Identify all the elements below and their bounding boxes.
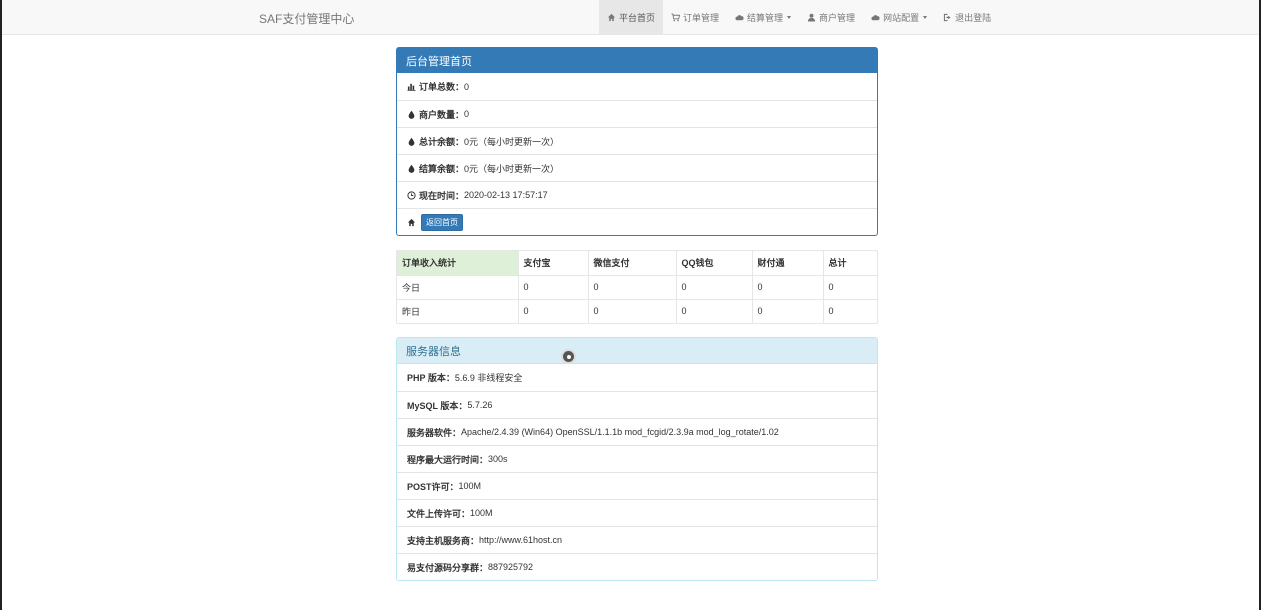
list-item: 支持主机服务商： http://www.61host.cn — [397, 526, 877, 553]
nav-item-label: 退出登陆 — [955, 12, 992, 23]
row-label: 程序最大运行时间： — [407, 454, 489, 465]
row-value: Apache/2.4.39 (Win64) OpenSSL/1.1.1b mod… — [461, 427, 779, 437]
table-cell: 昨日 — [397, 299, 519, 323]
clock-icon — [407, 190, 416, 200]
column-header: 支付宝 — [518, 251, 589, 276]
row-label: POST许可： — [407, 481, 459, 492]
nav-item-merchants[interactable]: 商户管理 — [799, 0, 863, 34]
nav-item-orders[interactable]: 订单管理 — [663, 0, 727, 34]
panel-title: 后台管理首页 — [397, 48, 877, 73]
row-value: 300s — [488, 454, 508, 464]
brand-title[interactable]: SAF支付管理中心 — [259, 10, 354, 27]
row-value: 100M — [458, 481, 482, 491]
row-value: 0 — [464, 81, 470, 92]
row-value: 100M — [470, 508, 493, 518]
tint-icon — [408, 137, 415, 146]
list-item: POST许可： 100M — [397, 472, 877, 499]
list-item: 文件上传许可： 100M — [397, 499, 877, 526]
row-value: 2020-02-13 17:57:17 — [464, 190, 548, 200]
table-cell: 0 — [518, 275, 589, 300]
column-header: 订单收入统计 — [397, 251, 519, 276]
list-item: MySQL 版本： 5.7.26 — [397, 391, 877, 418]
nav-item-label: 平台首页 — [619, 12, 656, 23]
table-cell: 0 — [823, 275, 877, 300]
admin-info-list: 订单总数： 0 商户数量： 0 总计余额： 0元（每小时更新一次） 结算余额： … — [397, 73, 877, 235]
column-header: 微信支付 — [588, 251, 677, 276]
list-item: 服务器软件： Apache/2.4.39 (Win64) OpenSSL/1.1.… — [397, 418, 877, 445]
panel-title: 服务器信息 — [397, 338, 877, 364]
row-label: 总计余额： — [419, 136, 465, 147]
row-value: 0元（每小时更新一次） — [464, 136, 560, 147]
tint-icon — [408, 164, 415, 173]
table-cell: 0 — [828, 306, 834, 317]
nav-item-home[interactable]: 平台首页 — [599, 0, 664, 34]
table-cell: 0 — [752, 299, 824, 323]
back-home-button[interactable]: 返回首页 — [421, 213, 463, 231]
row-label: PHP 版本： — [407, 373, 455, 383]
caret-down-icon — [923, 15, 928, 19]
table-cell: 0 — [676, 299, 753, 323]
column-header: 财付通 — [752, 251, 824, 276]
server-info-list: PHP 版本： 5.6.9 非线程安全 MySQL 版本： 5.7.26 服务器软件… — [397, 364, 877, 580]
row-value: 0元（每小时更新一次） — [464, 163, 560, 174]
row-label: 现在时间： — [419, 190, 465, 201]
nav-item-label: 订单管理 — [683, 12, 720, 23]
row-label: 支持主机服务商： — [407, 535, 480, 546]
table-cell: 0 — [588, 299, 677, 323]
column-header: 总计 — [823, 251, 877, 276]
table-row: 今日 0 0 0 0 0 — [397, 275, 877, 300]
nav-item-label: 网站配置 — [883, 12, 920, 23]
order-income-stats-table: 订单收入统计 支付宝 微信支付 QQ钱包 财付通 总计 今日 0 0 0 0 0… — [396, 250, 878, 324]
table-cell: 0 — [676, 275, 753, 300]
row-value: 5.6.9 非线程安全 — [454, 373, 523, 383]
table-cell: 0 — [518, 299, 589, 323]
row-label: 易支付源码分享群： — [407, 562, 489, 573]
home-icon — [607, 13, 616, 21]
row-label: 结算余额： — [419, 163, 465, 174]
row-label: 订单总数： — [419, 82, 465, 92]
table-header-row: 订单收入统计 支付宝 微信支付 QQ钱包 财付通 总计 — [397, 251, 877, 276]
row-value: http://www.61host.cn — [479, 535, 563, 545]
list-item-home-link: 返回首页 — [397, 208, 877, 235]
nav-item-settlement[interactable]: 结算管理 — [727, 0, 799, 34]
tint-icon — [408, 110, 415, 119]
row-value: 5.7.26 — [467, 400, 493, 410]
list-item-order-count: 订单总数： 0 — [397, 73, 877, 100]
main-nav: 平台首页 订单管理 结算管理 商户管理 网站配置 退出登陆 — [599, 0, 999, 34]
home-icon — [407, 218, 416, 226]
logout-icon — [943, 13, 951, 21]
row-label: 文件上传许可： — [407, 508, 471, 519]
admin-home-panel: 后台管理首页 订单总数： 0 商户数量： 0 总计余额： 0元（每小时更新一次）… — [396, 47, 878, 236]
list-item-settlement-balance: 结算余额： 0元（每小时更新一次） — [397, 154, 877, 181]
bar-chart-icon — [407, 83, 416, 91]
nav-item-logout[interactable]: 退出登陆 — [935, 0, 999, 34]
mouse-cursor-icon — [561, 349, 576, 364]
row-value: 0 — [464, 109, 470, 119]
row-label: 商户数量： — [419, 109, 465, 120]
list-item-merchant-count: 商户数量： 0 — [397, 100, 877, 127]
list-item-total-balance: 总计余额： 0元（每小时更新一次） — [397, 127, 877, 154]
list-item-current-time: 现在时间： 2020-02-13 17:57:17 — [397, 181, 877, 208]
list-item: 程序最大运行时间： 300s — [397, 445, 877, 472]
table-cell: 0 — [588, 275, 677, 300]
column-header: QQ钱包 — [676, 251, 753, 276]
cloud-icon — [735, 14, 744, 20]
nav-item-label: 结算管理 — [747, 12, 784, 23]
row-value: 887925792 — [488, 562, 534, 572]
list-item: PHP 版本： 5.6.9 非线程安全 — [397, 364, 877, 391]
user-icon — [807, 13, 816, 22]
server-info-panel: 服务器信息 PHP 版本： 5.6.9 非线程安全 MySQL 版本： 5.7.26… — [396, 337, 878, 581]
cloud-icon — [871, 14, 880, 20]
nav-item-site-config[interactable]: 网站配置 — [863, 0, 935, 34]
table-row: 昨日 0 0 0 0 0 — [397, 299, 877, 323]
table-cell: 0 — [752, 275, 824, 300]
table-cell: 今日 — [397, 275, 519, 300]
top-navbar: SAF支付管理中心 平台首页 订单管理 结算管理 商户管理 网站配置 退出登陆 — [2, 0, 1259, 35]
row-label: MySQL 版本： — [407, 400, 468, 411]
list-item: 易支付源码分享群： 887925792 — [397, 553, 877, 580]
nav-item-label: 商户管理 — [819, 12, 856, 23]
cart-icon — [671, 12, 681, 21]
caret-down-icon — [787, 15, 792, 19]
row-label: 服务器软件： — [407, 427, 462, 438]
